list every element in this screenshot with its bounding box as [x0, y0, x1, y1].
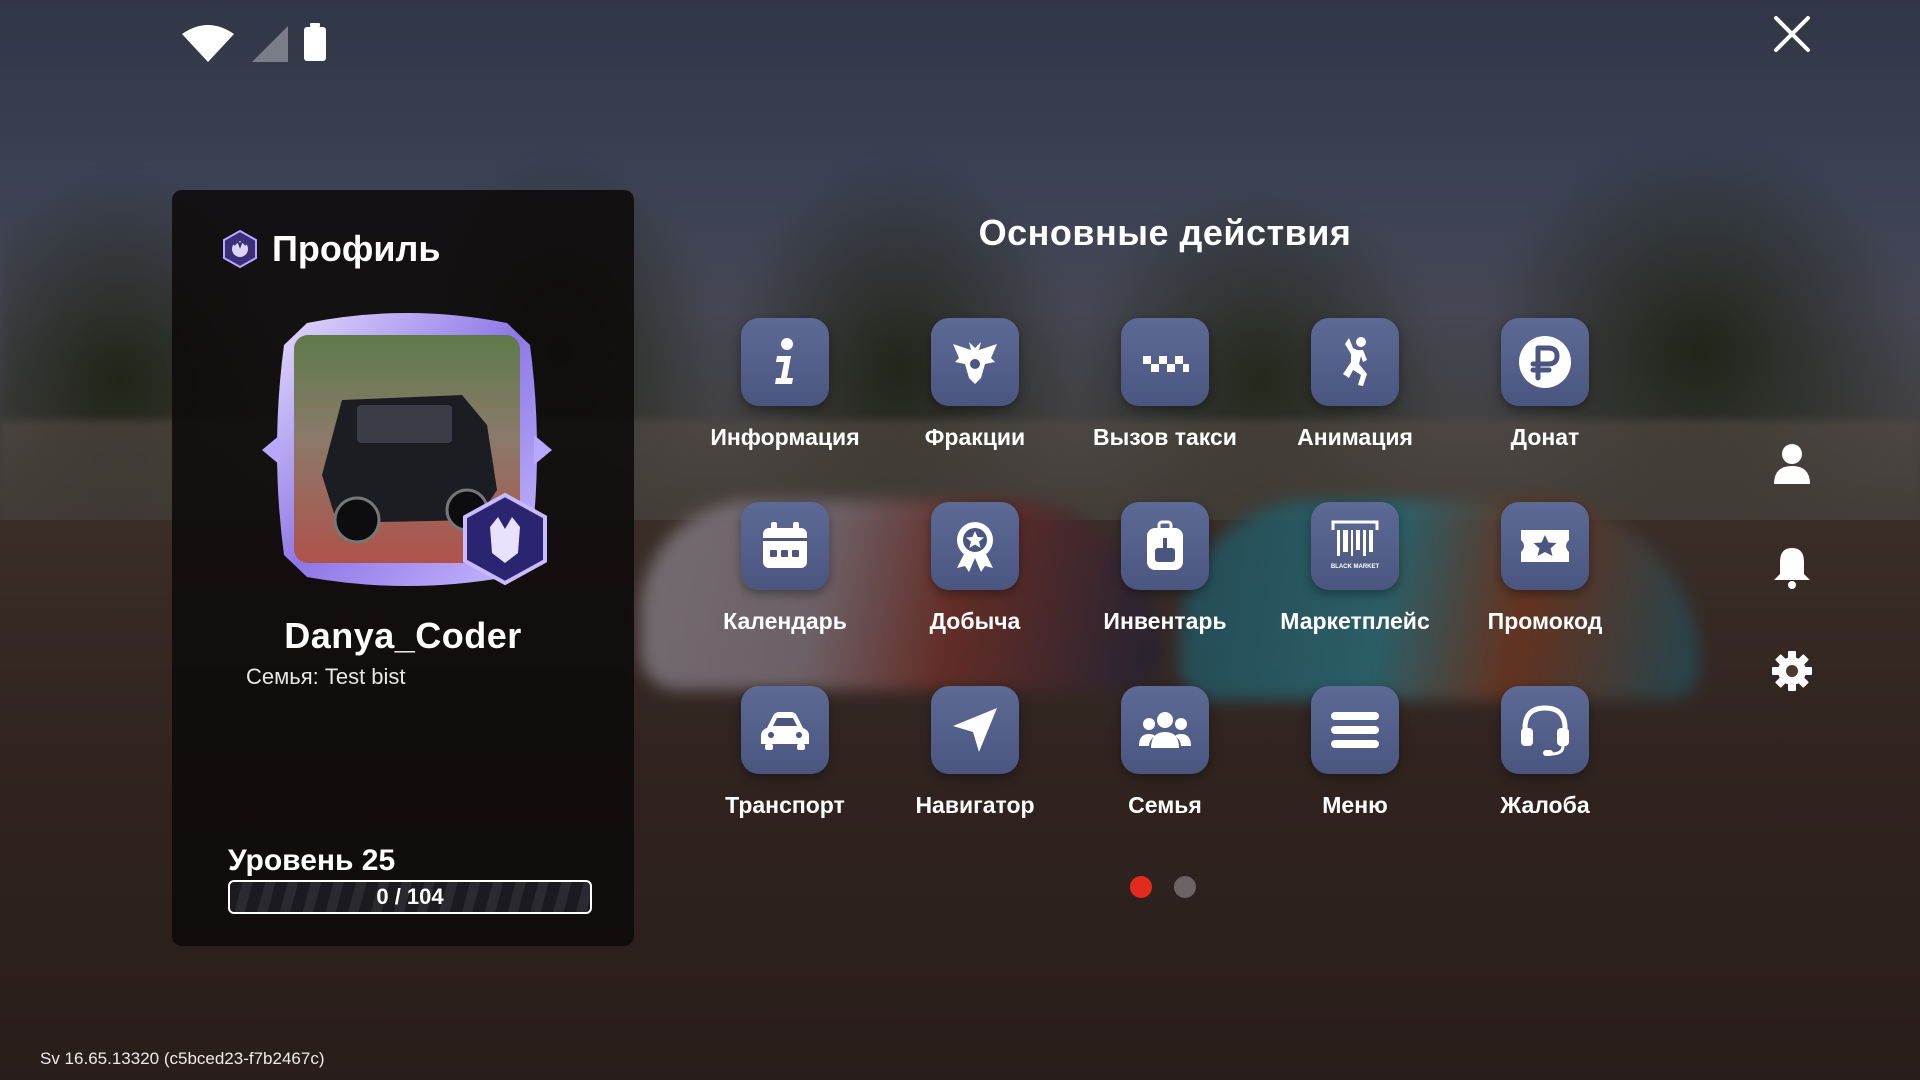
action-animation[interactable]: Анимация: [1260, 318, 1450, 502]
action-label: Транспорт: [725, 792, 845, 818]
action-label: Донат: [1510, 424, 1580, 450]
actions-row: Календарь Добыча Инвентарь BLACK MARKET …: [690, 502, 1640, 686]
tile-icon-box: [741, 318, 829, 406]
tile-icon-box: [1121, 502, 1209, 590]
profile-title: Профиль: [272, 228, 441, 269]
tile-icon-box: [931, 318, 1019, 406]
action-complaint[interactable]: Жалоба: [1450, 686, 1640, 870]
action-label: Промокод: [1487, 608, 1603, 634]
backpack-icon: [1147, 520, 1183, 570]
action-label: Календарь: [723, 608, 847, 634]
action-label: Меню: [1322, 792, 1388, 818]
notification-bell-icon[interactable]: [1770, 544, 1814, 590]
wifi-icon: [182, 25, 234, 62]
calendar-icon: [763, 522, 807, 568]
tile-icon-box: [741, 686, 829, 774]
settings-gear-icon[interactable]: [1770, 648, 1814, 694]
wolf-badge-icon: [223, 229, 257, 269]
headset-icon: [1521, 705, 1569, 756]
tile-icon-box: [1311, 318, 1399, 406]
pagination-dots: [1130, 876, 1196, 898]
action-inventory[interactable]: Инвентарь: [1070, 502, 1260, 686]
tile-icon-box: BLACK MARKET: [1311, 502, 1399, 590]
profile-user-icon[interactable]: [1770, 440, 1814, 486]
profile-panel: Профиль Danya_Coder Семья: Test bist Уро…: [172, 190, 634, 946]
side-toolbar: [1770, 440, 1814, 694]
action-promocode[interactable]: Промокод: [1450, 502, 1640, 686]
actions-row: Информация Фракции Вызов такси Анимация …: [690, 318, 1640, 502]
black-market-text: BLACK MARKET: [1331, 564, 1380, 570]
award-ribbon-icon: [957, 522, 993, 572]
avatar[interactable]: [262, 305, 552, 595]
battery-icon: [304, 23, 326, 61]
action-label: Фракции: [924, 424, 1026, 450]
page-dot-2[interactable]: [1174, 876, 1196, 898]
family-name: Семья: Test bist: [246, 664, 406, 689]
level-label: Уровень 25: [228, 844, 396, 877]
action-loot[interactable]: Добыча: [880, 502, 1070, 686]
signal-strength-icon: [252, 26, 288, 62]
xp-progress-text: 0 / 104: [376, 884, 444, 909]
dancing-person-icon: [1343, 337, 1367, 386]
close-button[interactable]: [1772, 14, 1812, 54]
people-group-icon: [1139, 712, 1191, 748]
xp-progress-bar: 0 / 104: [228, 880, 592, 914]
tile-icon-box: [931, 502, 1019, 590]
action-taxi[interactable]: Вызов такси: [1070, 318, 1260, 502]
action-family[interactable]: Семья: [1070, 686, 1260, 870]
action-donate[interactable]: Донат: [1450, 318, 1640, 502]
tile-icon-box: [1501, 686, 1589, 774]
action-label: Маркетплейс: [1280, 608, 1430, 634]
tile-icon-box: [1501, 502, 1589, 590]
tile-icon-box: [1121, 686, 1209, 774]
tile-icon-box: [741, 502, 829, 590]
version-text: Sv 16.65.13320 (c5bced23-f7b2467c): [40, 1049, 325, 1068]
action-label: Инвентарь: [1103, 608, 1227, 634]
action-label: Анимация: [1297, 424, 1413, 450]
tile-icon-box: [931, 686, 1019, 774]
action-label: Добыча: [929, 608, 1021, 634]
actions-row: Транспорт Навигатор Семья Меню Жалоба: [690, 686, 1640, 870]
info-icon: [775, 338, 793, 384]
black-market-barcode-icon: BLACK MARKET: [1331, 520, 1380, 570]
car-icon: [761, 712, 809, 750]
action-transport[interactable]: Транспорт: [690, 686, 880, 870]
hamburger-menu-icon: [1331, 712, 1379, 748]
page-dot-1[interactable]: [1130, 876, 1152, 898]
eagle-icon: [953, 342, 997, 384]
taxi-checker-icon: [1143, 356, 1189, 372]
action-label: Семья: [1128, 792, 1202, 818]
profile-header: Профиль: [220, 228, 441, 270]
username: Danya_Coder: [284, 615, 522, 656]
action-marketplace[interactable]: BLACK MARKET Маркетплейс: [1260, 502, 1450, 686]
action-label: Навигатор: [915, 792, 1035, 818]
action-label: Жалоба: [1500, 792, 1590, 818]
action-calendar[interactable]: Календарь: [690, 502, 880, 686]
ticket-star-icon: [1521, 530, 1569, 562]
tile-icon-box: [1501, 318, 1589, 406]
action-menu[interactable]: Меню: [1260, 686, 1450, 870]
status-bar: [180, 23, 326, 64]
actions-grid: Информация Фракции Вызов такси Анимация …: [690, 318, 1640, 870]
navigation-arrow-icon: [953, 708, 997, 752]
action-factions[interactable]: Фракции: [880, 318, 1070, 502]
action-label: Информация: [710, 424, 860, 450]
actions-header: Основные действия: [690, 0, 1640, 300]
section-title: Основные действия: [978, 212, 1352, 253]
action-navigator[interactable]: Навигатор: [880, 686, 1070, 870]
tile-icon-box: [1121, 318, 1209, 406]
action-info[interactable]: Информация: [690, 318, 880, 502]
ruble-icon: [1519, 336, 1571, 388]
action-label: Вызов такси: [1093, 424, 1237, 450]
tile-icon-box: [1311, 686, 1399, 774]
